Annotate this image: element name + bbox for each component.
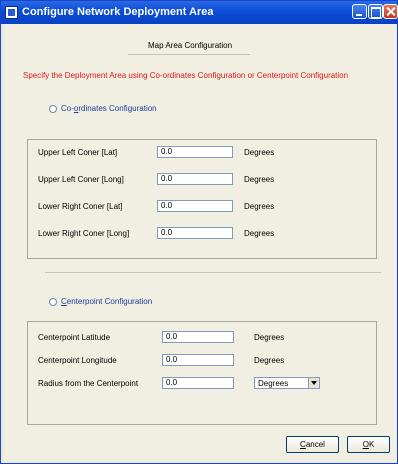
close-button[interactable]: [383, 4, 398, 19]
maximize-button[interactable]: [368, 4, 383, 19]
dialog-body: Map Area Configuration Specify the Deplo…: [4, 24, 396, 462]
centerpoint-lat-unit: Degrees: [254, 333, 285, 342]
coordinates-radio[interactable]: [49, 104, 57, 113]
lower-right-long-unit: Degrees: [244, 229, 275, 238]
upper-left-lat-unit: Degrees: [244, 148, 275, 157]
upper-left-lat-label: Upper Left Coner [Lat]: [38, 148, 118, 157]
heading-divider: [128, 54, 250, 55]
instruction-text: Specify the Deployment Area using Co-ord…: [23, 71, 349, 80]
minimize-button[interactable]: [352, 4, 367, 19]
title-bar[interactable]: Configure Network Deployment Area: [1, 1, 398, 24]
centerpoint-long-label: Centerpoint Longitude: [38, 356, 117, 365]
chevron-down-icon[interactable]: [308, 378, 319, 388]
radius-unit-value: Degrees: [258, 379, 289, 388]
cancel-button[interactable]: Cancel: [286, 436, 339, 453]
lower-right-lat-unit: Degrees: [244, 202, 275, 211]
centerpoint-long-input[interactable]: 0.0: [162, 354, 234, 366]
radius-unit-select[interactable]: Degrees: [254, 377, 320, 389]
coordinates-radio-option[interactable]: Co-ordinates Configuration: [49, 104, 157, 113]
centerpoint-radio[interactable]: [49, 297, 57, 306]
centerpoint-radio-label[interactable]: Centerpoint Configuration: [61, 297, 152, 306]
radius-label: Radius from the Centerpoint: [38, 379, 139, 388]
centerpoint-radio-option[interactable]: Centerpoint Configuration: [49, 297, 152, 306]
coordinates-radio-label[interactable]: Co-ordinates Configuration: [61, 104, 157, 113]
lower-right-long-label: Lower Right Coner [Long]: [38, 229, 130, 238]
centerpoint-lat-input[interactable]: 0.0: [162, 331, 234, 343]
lower-right-lat-label: Lower Right Coner [Lat]: [38, 202, 123, 211]
window-title: Configure Network Deployment Area: [22, 6, 214, 18]
centerpoint-lat-label: Centerpoint Latitude: [38, 333, 111, 342]
app-network-icon: [5, 6, 18, 19]
upper-left-long-label: Upper Left Coner [Long]: [38, 175, 124, 184]
ok-button[interactable]: OK: [347, 436, 390, 453]
centerpoint-long-unit: Degrees: [254, 356, 285, 365]
radius-input[interactable]: 0.0: [162, 377, 234, 389]
dialog-window: Configure Network Deployment Area Map Ar…: [0, 0, 398, 464]
section-heading: Map Area Configuration: [148, 41, 233, 50]
lower-right-lat-input[interactable]: 0.0: [157, 200, 233, 212]
upper-left-lat-input[interactable]: 0.0: [157, 146, 233, 158]
upper-left-long-unit: Degrees: [244, 175, 275, 184]
section-divider: [45, 272, 381, 273]
upper-left-long-input[interactable]: 0.0: [157, 173, 233, 185]
lower-right-long-input[interactable]: 0.0: [157, 227, 233, 239]
